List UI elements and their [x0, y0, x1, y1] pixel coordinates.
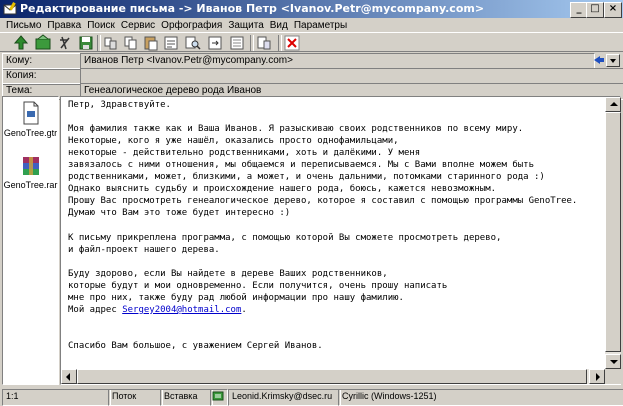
scroll-down-button[interactable] [605, 354, 621, 369]
attachment-gtr[interactable]: GenoTree.gtr [3, 101, 58, 138]
to-dropdown-icon[interactable] [606, 54, 620, 67]
find-icon[interactable] [184, 34, 202, 52]
scroll-thumb[interactable] [605, 112, 621, 352]
menu-view[interactable]: Вид [267, 19, 291, 32]
replace-icon[interactable] [228, 34, 246, 52]
cursor-position: 1:1 [2, 389, 111, 406]
rar-archive-icon [22, 157, 39, 175]
email-link[interactable]: Sergey2004@hotmail.com [122, 305, 241, 315]
vertical-scrollbar[interactable] [605, 97, 621, 369]
send-icon[interactable] [12, 34, 30, 52]
menu-spelling[interactable]: Орфография [158, 19, 225, 32]
window-title: Редактирование письма -> Иванов Петр <Iv… [20, 2, 485, 15]
encoding[interactable]: Cyrillic (Windows-1251) [338, 389, 623, 406]
stream-mode[interactable]: Поток [108, 389, 163, 406]
delete-icon[interactable] [283, 34, 301, 52]
scroll-corner [605, 369, 621, 384]
scroll-up-button[interactable] [605, 97, 621, 112]
attachment-name: GenoTree.rar [3, 180, 58, 190]
hscroll-thumb[interactable] [77, 369, 587, 384]
message-body[interactable]: Петр, Здравствуйте. Моя фамилия также ка… [60, 96, 621, 385]
cut-icon[interactable] [102, 34, 120, 52]
find-next-icon[interactable] [206, 34, 224, 52]
close-button[interactable]: × [604, 2, 622, 18]
attachment-name: GenoTree.gtr [3, 128, 58, 138]
document-icon [23, 101, 38, 125]
menu-security[interactable]: Защита [225, 19, 266, 32]
insert-mode[interactable]: Вставка [160, 389, 213, 406]
menu-bar: Письмо Правка Поиск Сервис Орфография Защита В… [0, 18, 623, 32]
save-icon[interactable] [77, 34, 95, 52]
closing-line: Спасибо Вам большое, с уважением Сергей … [68, 340, 323, 351]
template-icon[interactable] [255, 34, 273, 52]
toolbar [0, 32, 623, 52]
cc-row: Копия: [2, 68, 623, 85]
body-text[interactable]: Петр, Здравствуйте. Моя фамилия также ка… [68, 99, 598, 352]
copy-icon[interactable] [122, 34, 140, 52]
menu-edit[interactable]: Правка [44, 19, 84, 32]
scroll-left-button[interactable] [61, 369, 77, 384]
attachments-pane: GenoTree.gtr GenoTree.rar [2, 96, 59, 385]
toolbar-separator [278, 35, 282, 51]
attachment-rar[interactable]: GenoTree.rar [3, 155, 58, 190]
quote-icon[interactable] [162, 34, 180, 52]
menu-options[interactable]: Параметры [291, 19, 350, 32]
mail-edit-icon [3, 2, 17, 15]
horizontal-scrollbar[interactable] [61, 369, 605, 384]
toolbar-separator [97, 35, 101, 51]
address-book-icon[interactable] [592, 54, 605, 67]
status-bar: 1:1 Поток Вставка Leonid.Krimsky@dsec.ru… [0, 387, 623, 406]
maximize-button[interactable]: □ [586, 2, 604, 18]
address-suffix: . [241, 304, 247, 315]
account-name: Leonid.Krimsky@dsec.ru [228, 389, 341, 406]
menu-search[interactable]: Поиск [84, 19, 118, 32]
to-row: Кому: Иванов Петр <Ivanov.Petr@mycompany… [2, 53, 621, 70]
address-prefix: Мой адрес [68, 304, 123, 315]
send-later-icon[interactable] [34, 34, 52, 52]
menu-letter[interactable]: Письмо [3, 19, 44, 32]
connection-icon [210, 389, 228, 406]
paste-icon[interactable] [142, 34, 160, 52]
body-paragraphs: Петр, Здравствуйте. Моя фамилия также ка… [68, 100, 578, 303]
toolbar-separator [250, 35, 254, 51]
scroll-right-button[interactable] [589, 369, 605, 384]
menu-service[interactable]: Сервис [118, 19, 158, 32]
title-bar: Редактирование письма -> Иванов Петр <Iv… [0, 0, 623, 18]
attach-icon[interactable] [56, 34, 74, 52]
